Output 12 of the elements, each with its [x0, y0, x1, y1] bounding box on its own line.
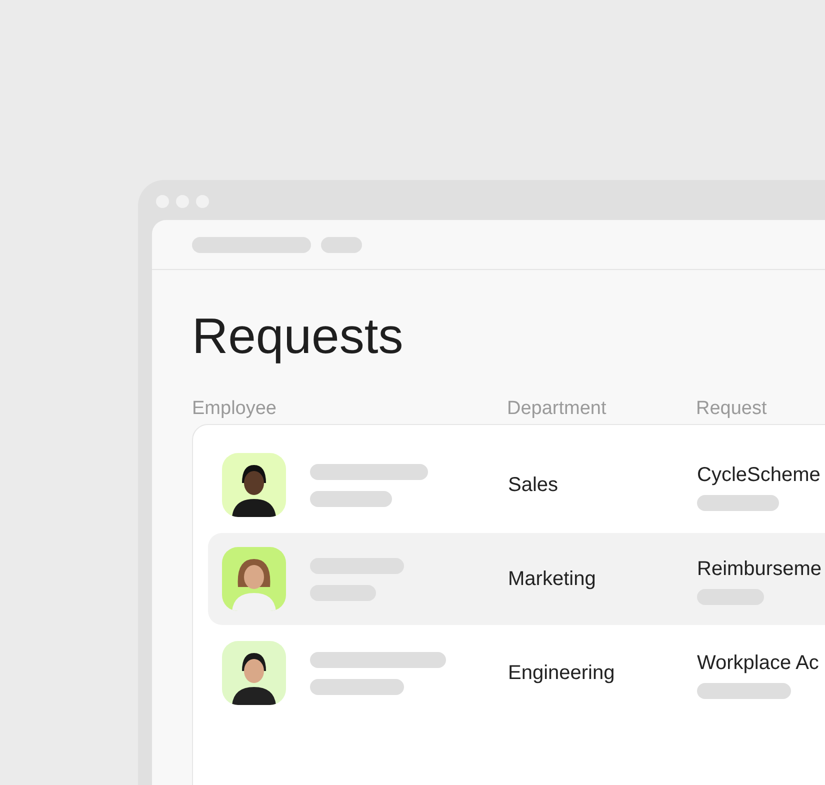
table-cell-text: Reimburseme [697, 556, 822, 582]
table-cell-text: Engineering [508, 661, 616, 686]
table-cell-text: Workplace Ac [697, 650, 819, 676]
column-header: Department [507, 397, 608, 419]
column-header: Employee [192, 397, 278, 419]
table-cell-text: CycleScheme [697, 462, 820, 488]
placeholder-bar [321, 236, 362, 252]
table-cell-text: Marketing [508, 567, 597, 592]
table-cell-text: Sales [508, 473, 560, 498]
column-header: Request [696, 397, 767, 419]
page-title: Requests [192, 307, 404, 366]
table-row[interactable]: Marketing Reimburseme [208, 533, 825, 625]
